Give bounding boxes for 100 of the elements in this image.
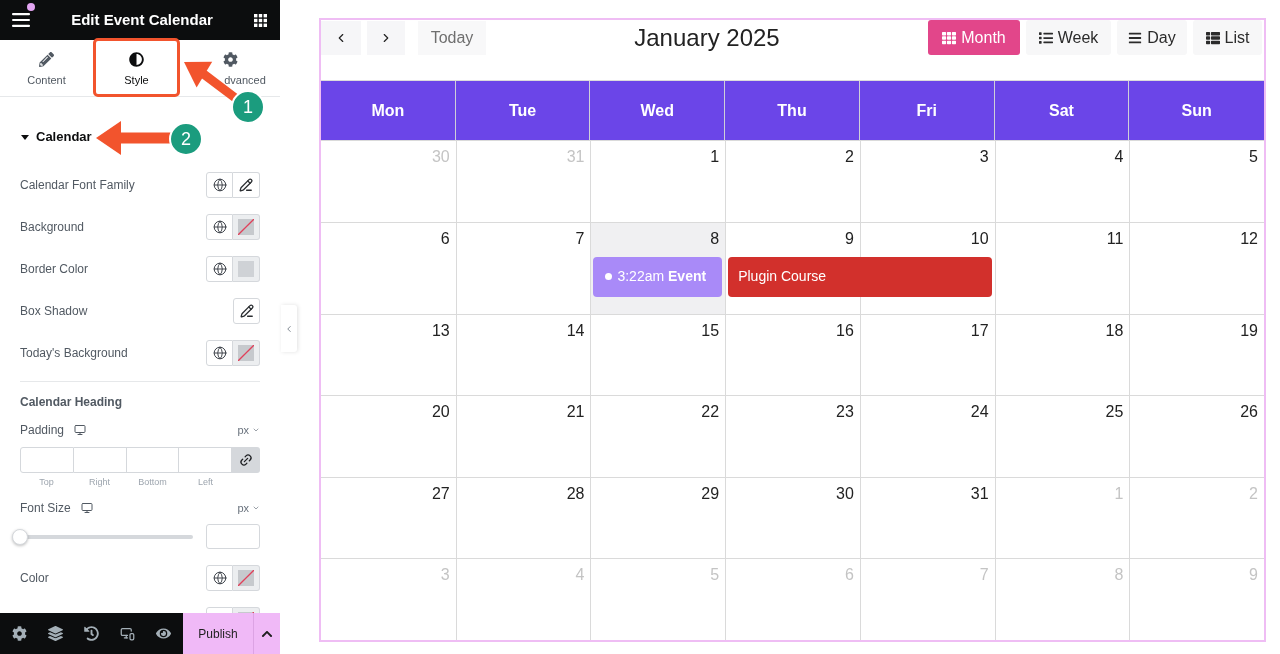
day-number: 18	[1105, 320, 1124, 341]
today-button[interactable]: Today	[418, 21, 486, 55]
day-number: 8	[710, 228, 720, 249]
control-label: Font Size	[20, 500, 71, 517]
dimension-input[interactable]	[179, 447, 232, 473]
day-number: 5	[1249, 147, 1258, 167]
day-number: 31	[566, 147, 585, 167]
globe-icon	[212, 220, 227, 234]
day-number: 15	[701, 320, 720, 341]
view-button[interactable]: Day	[1117, 20, 1187, 55]
day-number: 11	[1106, 228, 1124, 249]
list-icon	[1205, 30, 1220, 45]
layers-icon	[48, 626, 64, 641]
dimension-input[interactable]	[126, 447, 180, 473]
day-number: 2	[1249, 483, 1258, 504]
day-number: 7	[979, 565, 989, 586]
edit-button[interactable]	[233, 298, 260, 324]
weekday-header: Mon	[321, 81, 456, 140]
control-label: Today's Background	[20, 345, 128, 362]
weekday-header: Fri	[859, 81, 995, 140]
day-number: 10	[970, 228, 989, 249]
day-number: 1	[710, 147, 720, 167]
globe-icon	[212, 262, 227, 276]
number-input[interactable]	[206, 524, 260, 549]
view-button[interactable]: List	[1193, 20, 1262, 55]
field-label: Right	[89, 476, 110, 488]
desktop-icon[interactable]	[74, 424, 87, 436]
day-number: 20	[431, 402, 450, 423]
history-icon	[84, 626, 99, 641]
panel-tab[interactable]: Content	[0, 40, 93, 96]
global-settings-button[interactable]	[206, 256, 233, 282]
day-number: 7	[575, 228, 585, 249]
more-options-button[interactable]	[253, 613, 280, 654]
day-number: 25	[1105, 402, 1124, 423]
day-number: 31	[970, 483, 989, 504]
day-number: 4	[575, 565, 585, 586]
edit-button[interactable]	[233, 172, 260, 198]
control-label: Box Shadow	[20, 303, 88, 320]
day-number: 3	[979, 147, 989, 167]
day-number: 21	[566, 402, 585, 423]
day-number: 17	[970, 320, 989, 341]
day-number: 8	[1114, 565, 1124, 586]
color-picker-button[interactable]	[233, 256, 260, 282]
dimension-input[interactable]	[73, 447, 127, 473]
field-label: Left	[198, 476, 213, 488]
day-number: 9	[844, 228, 854, 249]
slider-thumb[interactable]	[12, 528, 28, 545]
weekday-header: Tue	[455, 81, 591, 140]
color-picker-button[interactable]	[233, 340, 260, 366]
link-values-button[interactable]	[232, 447, 260, 473]
day-number: 6	[844, 565, 854, 586]
view-button[interactable]: Month	[928, 20, 1020, 55]
publish-button[interactable]: Publish	[183, 613, 253, 654]
weekday-header: Sat	[994, 81, 1130, 140]
global-settings-button[interactable]	[206, 172, 233, 198]
pencil-icon	[239, 304, 254, 318]
globe-icon	[212, 571, 227, 585]
eye-icon	[155, 626, 171, 641]
day-number: 30	[431, 147, 450, 167]
control-label: Padding	[20, 422, 65, 439]
color-picker-button[interactable]	[233, 214, 260, 240]
view-button[interactable]: Week	[1026, 20, 1111, 55]
unit-select[interactable]: px	[237, 421, 260, 439]
day-number: 3	[440, 565, 450, 586]
apps-grid-icon[interactable]	[254, 13, 267, 27]
day-number: 26	[1240, 402, 1258, 423]
subsection-title: Calendar Heading	[20, 394, 123, 411]
unit-select[interactable]: px	[237, 499, 260, 517]
day-number: 27	[431, 483, 450, 504]
menu-button[interactable]	[12, 13, 30, 27]
global-settings-button[interactable]	[206, 565, 233, 591]
devices-icon	[119, 626, 135, 641]
settings-icon	[12, 626, 28, 641]
field-label: Bottom	[138, 476, 167, 488]
control-label: Calendar Font Family	[20, 177, 135, 194]
control-label: Background	[20, 219, 85, 236]
desktop-icon[interactable]	[80, 502, 93, 514]
section-toggle[interactable]: Calendar	[0, 124, 92, 150]
chevron-down-icon	[252, 426, 260, 434]
global-settings-button[interactable]	[206, 214, 233, 240]
global-settings-button[interactable]	[206, 340, 233, 366]
pencil-icon	[39, 52, 54, 67]
globe-icon	[212, 346, 227, 360]
chevron-down-icon	[252, 504, 260, 512]
calendar-event[interactable]: Plugin Course	[728, 256, 992, 297]
day-number: 22	[701, 402, 720, 423]
day-number: 24	[970, 402, 989, 423]
day-number: 2	[844, 147, 854, 167]
panel-tab[interactable]: Style	[93, 40, 180, 96]
day-number: 1	[1114, 483, 1124, 504]
day-number: 12	[1240, 228, 1258, 249]
weekday-header: Sun	[1129, 81, 1264, 140]
caret-down-icon	[21, 134, 29, 140]
calendar-title: January 2025	[634, 23, 780, 53]
color-picker-button[interactable]	[233, 565, 260, 591]
dimension-input[interactable]	[20, 447, 74, 473]
bulleted-list-icon	[1038, 30, 1053, 45]
menu-icon	[12, 13, 30, 27]
globe-icon	[212, 178, 227, 192]
weekday-header: Wed	[590, 81, 726, 140]
